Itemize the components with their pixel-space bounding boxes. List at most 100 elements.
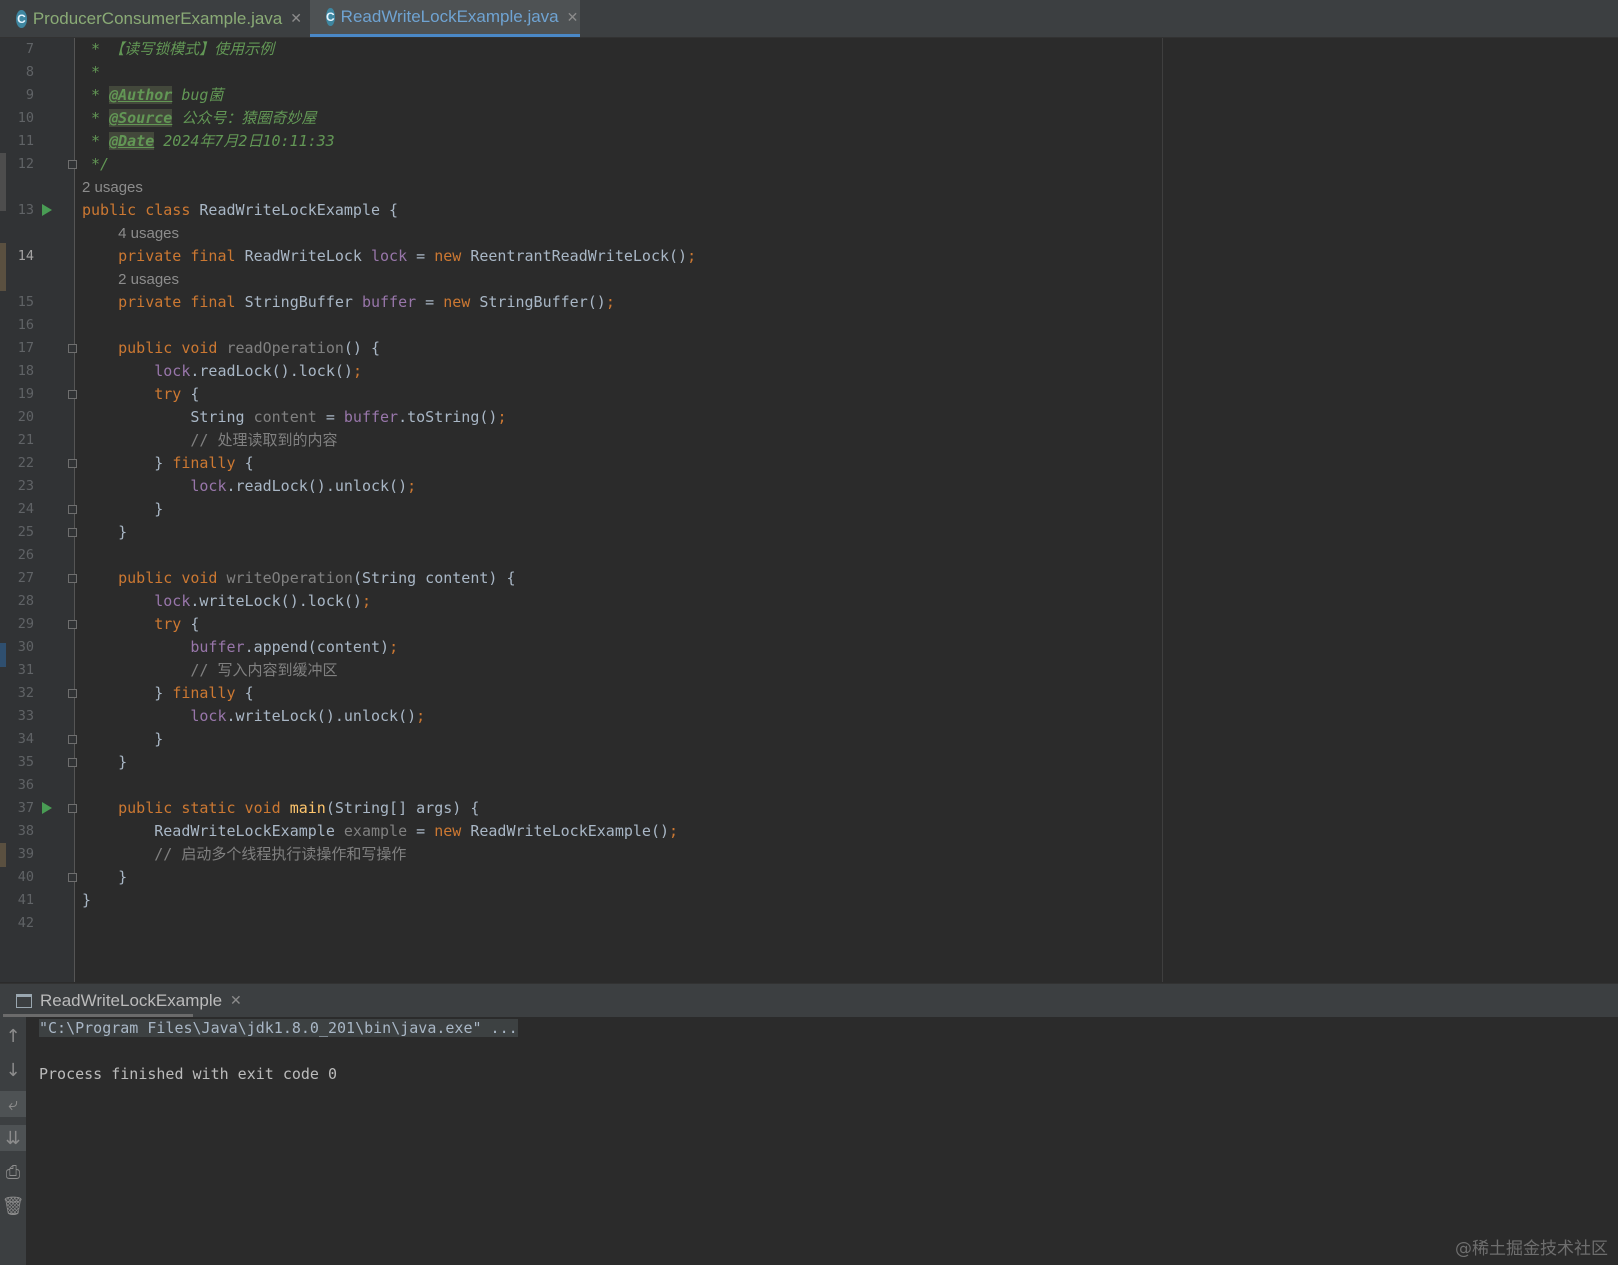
code-line[interactable]: // 处理读取到的内容: [82, 429, 337, 452]
run-gutter-icon[interactable]: [42, 802, 52, 814]
tab-read-write-lock[interactable]: C ReadWriteLockExample.java ✕: [310, 0, 580, 37]
fold-marker-icon[interactable]: [68, 758, 77, 767]
code-line[interactable]: String content = buffer.toString();: [82, 406, 506, 429]
fold-marker-icon[interactable]: [68, 689, 77, 698]
line-number: 41: [17, 892, 34, 908]
code-line[interactable]: }: [82, 498, 163, 521]
code-editor[interactable]: * 【读写锁模式】使用示例 * * @Author bug菌 * @Source…: [75, 38, 1618, 982]
code-line[interactable]: } finally {: [82, 452, 253, 475]
code-token: bug菌: [172, 86, 224, 104]
trash-icon[interactable]: 🗑: [0, 1193, 26, 1219]
code-token: }: [82, 500, 164, 518]
code-line[interactable]: public class ReadWriteLockExample {: [82, 199, 398, 222]
line-number: 33: [17, 708, 34, 724]
usages-link[interactable]: 4 usages: [118, 225, 179, 242]
run-tab[interactable]: ReadWriteLockExample ✕: [16, 984, 242, 1017]
code-line[interactable]: }: [82, 751, 127, 774]
code-line[interactable]: public void writeOperation(String conten…: [82, 567, 515, 590]
code-line[interactable]: try {: [82, 613, 199, 636]
code-token: }: [82, 753, 128, 771]
fold-marker-icon[interactable]: [68, 735, 77, 744]
code-token: private final: [118, 293, 245, 311]
code-line[interactable]: public void readOperation() {: [82, 337, 380, 360]
run-gutter-icon[interactable]: [42, 204, 52, 216]
code-token: ;: [407, 477, 417, 495]
fold-marker-icon[interactable]: [68, 873, 77, 882]
code-line[interactable]: try {: [82, 383, 199, 406]
fold-marker-icon[interactable]: [68, 505, 77, 514]
code-token: lock: [154, 362, 191, 380]
arrow-down-icon[interactable]: ↓: [0, 1057, 26, 1083]
code-token: @Source: [109, 109, 173, 127]
code-line[interactable]: } finally {: [82, 682, 253, 705]
usages-link[interactable]: 2 usages: [118, 271, 179, 288]
editor-tab-bar: C ProducerConsumerExample.java ✕ C ReadW…: [0, 0, 1618, 38]
code-token: main: [289, 799, 326, 817]
fold-marker-icon[interactable]: [68, 528, 77, 537]
code-token: }: [82, 684, 173, 702]
line-number: 38: [17, 823, 34, 839]
code-line[interactable]: *: [82, 61, 100, 84]
code-line[interactable]: public static void main(String[] args) {: [82, 797, 479, 820]
code-token: ;: [687, 247, 697, 265]
code-line[interactable]: lock.readLock().lock();: [82, 360, 362, 383]
code-token: ReadWriteLockExample: [82, 822, 344, 840]
print-icon[interactable]: ⎙: [0, 1159, 26, 1185]
soft-wrap-icon[interactable]: ⤶: [0, 1091, 26, 1117]
code-line[interactable]: * @Date 2024年7月2日10:11:33: [82, 130, 335, 153]
fold-marker-icon[interactable]: [68, 804, 77, 813]
scroll-to-end-icon[interactable]: ⇊: [0, 1125, 26, 1151]
fold-marker-icon[interactable]: [68, 160, 77, 169]
strip-marker: [0, 643, 6, 667]
code-token: example: [343, 822, 408, 840]
code-line[interactable]: lock.readLock().unlock();: [82, 475, 416, 498]
code-token: }: [82, 891, 92, 909]
console-output[interactable]: "C:\Program Files\Java\jdk1.8.0_201\bin\…: [26, 1017, 1618, 1265]
close-icon[interactable]: ✕: [567, 9, 579, 26]
run-side-toolbar: ↑ ↓ ⤶ ⇊ ⎙ 🗑: [0, 1017, 26, 1265]
code-line[interactable]: }: [82, 521, 127, 544]
fold-marker-icon[interactable]: [68, 459, 77, 468]
code-line[interactable]: // 写入内容到缓冲区: [82, 659, 337, 682]
line-number: 35: [17, 754, 34, 770]
code-line[interactable]: // 启动多个线程执行读操作和写操作: [82, 843, 406, 866]
code-line[interactable]: }: [82, 889, 91, 912]
code-line[interactable]: buffer.append(content);: [82, 636, 398, 659]
code-line[interactable]: private final ReadWriteLock lock = new R…: [82, 245, 696, 268]
code-line[interactable]: * @Author bug菌: [82, 84, 223, 107]
code-line[interactable]: }: [82, 728, 163, 751]
code-token: ;: [497, 408, 507, 426]
line-number: 27: [17, 570, 34, 586]
code-line[interactable]: lock.writeLock().lock();: [82, 590, 371, 613]
fold-marker-icon[interactable]: [68, 390, 77, 399]
strip-marker: [0, 153, 6, 211]
close-icon[interactable]: ✕: [290, 10, 302, 27]
code-token: lock: [154, 592, 191, 610]
usages-link[interactable]: 2 usages: [82, 179, 143, 196]
code-token: ;: [669, 822, 679, 840]
code-line[interactable]: }: [82, 866, 127, 889]
code-line[interactable]: private final StringBuffer buffer = new …: [82, 291, 615, 314]
code-line[interactable]: */: [82, 153, 109, 176]
fold-marker-icon[interactable]: [68, 344, 77, 353]
run-tab-label: ReadWriteLockExample: [40, 990, 223, 1010]
strip-marker: [0, 843, 6, 867]
java-class-icon: C: [326, 8, 335, 26]
arrow-up-icon[interactable]: ↑: [0, 1023, 26, 1049]
code-token: // 写入内容到缓冲区: [190, 661, 338, 679]
code-token: public void: [118, 339, 227, 357]
line-number: 19: [17, 386, 34, 402]
code-line[interactable]: ReadWriteLockExample example = new ReadW…: [82, 820, 678, 843]
console-exit-line: Process finished with exit code 0: [39, 1065, 338, 1083]
code-line[interactable]: * @Source 公众号：猿圈奇妙屋: [82, 107, 316, 130]
code-line[interactable]: * 【读写锁模式】使用示例: [82, 38, 274, 61]
tab-producer-consumer[interactable]: C ProducerConsumerExample.java ✕: [0, 0, 310, 37]
code-line[interactable]: lock.writeLock().unlock();: [82, 705, 425, 728]
fold-marker-icon[interactable]: [68, 574, 77, 583]
close-icon[interactable]: ✕: [230, 992, 242, 1009]
line-number: 10: [17, 110, 34, 126]
fold-marker-icon[interactable]: [68, 620, 77, 629]
